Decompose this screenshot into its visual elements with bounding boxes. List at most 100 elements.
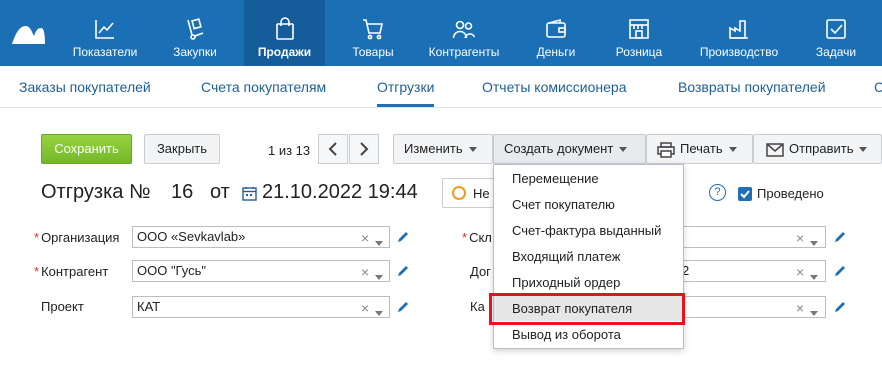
prev-record-button[interactable] xyxy=(318,134,348,164)
chevron-down-icon[interactable] xyxy=(810,303,818,317)
top-navigation: Показатели Закупки Продажи Товары Контра… xyxy=(0,0,882,66)
tab-commission-reports[interactable]: Отчеты комиссионера xyxy=(482,79,627,95)
nav-label: Производство xyxy=(699,45,779,59)
posted-label: Проведено xyxy=(757,186,824,201)
counterparty-label: * Контрагент xyxy=(34,264,109,279)
warehouse-select[interactable]: × xyxy=(666,226,826,248)
highlight-box xyxy=(489,293,685,325)
caret-down-icon xyxy=(859,147,868,153)
caret-down-icon xyxy=(619,147,628,153)
document-number[interactable]: 16 xyxy=(171,181,193,204)
sales-channel-label: Ка xyxy=(470,299,485,314)
send-button[interactable]: Отправить xyxy=(753,134,882,164)
check-icon xyxy=(740,190,750,199)
status-selector[interactable]: Не xyxy=(442,178,494,208)
nav-label: Задачи xyxy=(815,45,857,59)
contract-select[interactable]: 2 × xyxy=(666,260,826,282)
nav-tasks[interactable]: Задачи xyxy=(808,0,864,66)
organization-select[interactable]: ООО «Sevkavlab» × xyxy=(132,226,390,248)
clear-icon[interactable]: × xyxy=(361,262,369,281)
calendar-icon[interactable] xyxy=(242,186,257,201)
nav-purchases[interactable]: Закупки xyxy=(160,0,230,66)
next-record-button[interactable] xyxy=(349,134,379,164)
menu-item-transfer[interactable]: Перемещение xyxy=(494,166,683,191)
nav-counterparties[interactable]: Контрагенты xyxy=(424,0,504,66)
contract-label: Дог xyxy=(470,264,491,279)
factory-icon xyxy=(729,20,748,39)
nav-indicators[interactable]: Показатели xyxy=(66,0,144,66)
close-button[interactable]: Закрыть xyxy=(144,134,220,164)
sales-channel-select[interactable]: × xyxy=(666,296,826,318)
chevron-left-icon xyxy=(328,142,337,156)
menu-item-receipt-order[interactable]: Приходный ордер xyxy=(494,270,683,295)
chevron-down-icon[interactable] xyxy=(375,303,383,317)
create-document-button[interactable]: Создать документ xyxy=(493,134,646,164)
warehouse-label: * Скл xyxy=(462,230,492,245)
counterparty-select[interactable]: ООО "Гусь" × xyxy=(132,260,390,282)
nav-products[interactable]: Товары xyxy=(340,0,406,66)
create-document-label: Создать документ xyxy=(504,141,614,156)
tab-customer-orders[interactable]: Заказы покупателей xyxy=(19,79,151,95)
chevron-down-icon[interactable] xyxy=(375,267,383,281)
status-label: Не xyxy=(473,186,490,201)
print-label: Печать xyxy=(680,141,723,156)
tab-customer-returns[interactable]: Возвраты покупателей xyxy=(678,79,826,95)
caret-down-icon xyxy=(468,147,477,153)
chevron-down-icon[interactable] xyxy=(810,267,818,281)
edit-pencil-icon[interactable] xyxy=(396,230,410,244)
nav-label: Продажи xyxy=(257,45,312,59)
app-logo-icon[interactable] xyxy=(10,18,46,48)
clear-icon[interactable]: × xyxy=(361,228,369,247)
nav-label: Розница xyxy=(615,45,663,59)
tab-overflow[interactable]: С xyxy=(874,79,882,95)
edit-pencil-icon[interactable] xyxy=(833,300,847,314)
clear-icon[interactable]: × xyxy=(796,298,804,317)
organization-value: ООО «Sevkavlab» xyxy=(137,229,246,244)
project-select[interactable]: КАТ × xyxy=(132,296,390,318)
wallet-icon xyxy=(546,18,566,38)
shopping-bag-icon xyxy=(275,17,294,40)
people-icon xyxy=(452,20,476,39)
posted-checkbox[interactable] xyxy=(738,187,752,201)
hand-truck-icon xyxy=(187,18,204,40)
status-circle-icon xyxy=(452,186,466,200)
edit-pencil-icon[interactable] xyxy=(396,300,410,314)
document-title-prefix: Отгрузка № xyxy=(41,181,151,203)
change-button-label: Изменить xyxy=(404,141,463,156)
menu-item-incoming-payment[interactable]: Входящий платеж xyxy=(494,244,683,269)
nav-money[interactable]: Деньги xyxy=(528,0,584,66)
checkbox-icon xyxy=(826,19,846,39)
document-date-prefix: от xyxy=(210,181,230,203)
menu-item-customer-invoice[interactable]: Счет покупателю xyxy=(494,192,683,217)
organization-label: * Организация xyxy=(34,230,120,245)
printer-icon xyxy=(657,141,675,158)
nav-label: Деньги xyxy=(536,45,576,59)
caret-down-icon xyxy=(728,147,737,153)
clear-icon[interactable]: × xyxy=(361,298,369,317)
nav-retail[interactable]: Розница xyxy=(614,0,664,66)
print-button[interactable]: Печать xyxy=(646,134,753,164)
edit-pencil-icon[interactable] xyxy=(833,264,847,278)
clear-icon[interactable]: × xyxy=(796,262,804,281)
nav-label: Показатели xyxy=(72,45,138,59)
nav-label: Товары xyxy=(352,45,394,59)
clear-icon[interactable]: × xyxy=(796,228,804,247)
tab-shipments[interactable]: Отгрузки xyxy=(377,79,435,107)
chevron-down-icon[interactable] xyxy=(810,233,818,247)
save-button[interactable]: Сохранить xyxy=(41,134,132,164)
tab-customer-invoices[interactable]: Счета покупателям xyxy=(201,79,326,95)
help-icon[interactable]: ? xyxy=(709,184,726,201)
document-datetime[interactable]: 21.10.2022 19:44 xyxy=(262,181,418,204)
edit-pencil-icon[interactable] xyxy=(833,230,847,244)
edit-pencil-icon[interactable] xyxy=(396,264,410,278)
envelope-icon xyxy=(766,142,784,157)
nav-production[interactable]: Производство xyxy=(694,0,784,66)
nav-label: Закупки xyxy=(173,45,217,59)
nav-sales[interactable]: Продажи xyxy=(244,0,325,66)
change-button[interactable]: Изменить xyxy=(393,134,493,164)
menu-item-issued-invoice[interactable]: Счет-фактура выданный xyxy=(494,218,683,243)
send-label: Отправить xyxy=(789,141,854,156)
project-value: КАТ xyxy=(137,299,161,314)
menu-item-withdrawal[interactable]: Вывод из оборота xyxy=(494,322,683,347)
chevron-down-icon[interactable] xyxy=(375,233,383,247)
